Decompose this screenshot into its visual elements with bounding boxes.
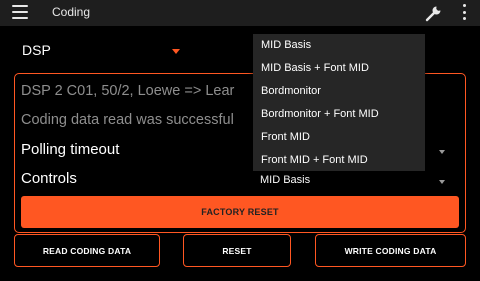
coding-screen: Coding DSP DSP 2 C01, 50/2, Loewe => Lea… xyxy=(0,0,480,281)
dropdown-option[interactable]: Bordmonitor xyxy=(261,85,321,97)
controls-select-value[interactable]: MID Basis xyxy=(260,174,310,186)
reset-button[interactable]: RESET xyxy=(183,234,291,267)
ecu-info-text: DSP 2 C01, 50/2, Loewe => Lear xyxy=(21,83,235,99)
chevron-down-icon[interactable] xyxy=(439,180,445,184)
setting-label-controls: Controls xyxy=(21,170,77,187)
dropdown-option[interactable]: MID Basis xyxy=(261,39,311,51)
chevron-down-icon[interactable] xyxy=(439,150,445,154)
dropdown-option[interactable]: MID Basis + Font MID xyxy=(261,62,369,74)
read-coding-data-button[interactable]: READ CODING DATA xyxy=(14,234,160,267)
device-select[interactable]: DSP xyxy=(22,40,182,62)
status-text: Coding data read was successful xyxy=(21,112,234,128)
device-select-value: DSP xyxy=(22,42,51,58)
chevron-down-icon xyxy=(172,49,180,54)
more-vert-icon[interactable] xyxy=(460,4,468,20)
dropdown-option[interactable]: Front MID xyxy=(261,131,310,143)
controls-dropdown-menu: MID Basis MID Basis + Font MID Bordmonit… xyxy=(253,34,425,171)
dropdown-option[interactable]: Front MID + Font MID xyxy=(261,154,368,166)
setting-label-polling-timeout: Polling timeout xyxy=(21,141,120,158)
wrench-icon[interactable] xyxy=(424,3,444,23)
write-coding-data-button[interactable]: WRITE CODING DATA xyxy=(315,234,466,267)
dropdown-option[interactable]: Bordmonitor + Font MID xyxy=(261,108,379,120)
factory-reset-button[interactable]: FACTORY RESET xyxy=(21,196,459,228)
hamburger-menu-icon[interactable] xyxy=(12,5,28,19)
page-title: Coding xyxy=(52,5,91,19)
app-bar: Coding xyxy=(0,0,480,26)
